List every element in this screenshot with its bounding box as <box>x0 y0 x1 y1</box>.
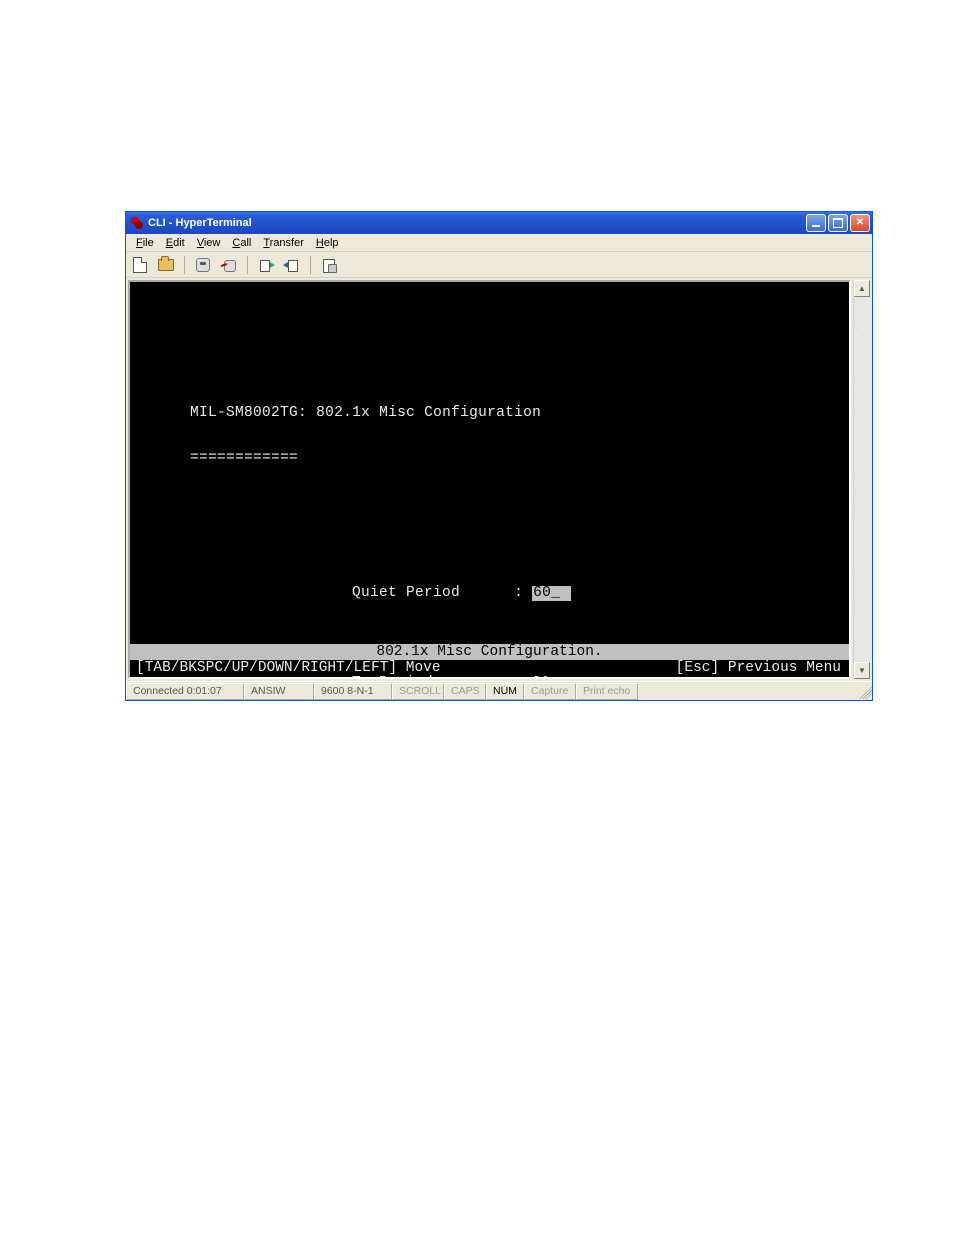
new-doc-icon <box>133 257 147 273</box>
toolbar-separator <box>247 256 248 274</box>
toolbar <box>126 252 872 278</box>
terminal-viewport[interactable]: MIL-SM8002TG: 802.1x Misc Configuration … <box>128 280 851 679</box>
phone-icon <box>196 258 210 272</box>
minimize-button[interactable] <box>806 214 826 232</box>
status-port: 9600 8-N-1 <box>314 683 392 700</box>
hangup-icon <box>222 258 236 272</box>
menubar: File Edit View Call Transfer Help <box>126 234 872 252</box>
properties-button[interactable] <box>319 255 339 275</box>
client-area: MIL-SM8002TG: 802.1x Misc Configuration … <box>126 278 872 681</box>
resize-grip[interactable] <box>856 683 872 699</box>
menu-transfer[interactable]: Transfer <box>257 236 310 250</box>
properties-icon <box>322 258 336 272</box>
status-emulation: ANSIW <box>244 683 314 700</box>
terminal-help-line: [TAB/BKSPC/UP/DOWN/RIGHT/LEFT] Move [Esc… <box>130 660 849 677</box>
status-print-echo: Print echo <box>576 683 638 700</box>
new-button[interactable] <box>130 255 150 275</box>
send-button[interactable] <box>256 255 276 275</box>
status-num: NUM <box>486 683 524 700</box>
maximize-button[interactable] <box>828 214 848 232</box>
menu-call[interactable]: Call <box>226 236 257 250</box>
scroll-down-button[interactable]: ▼ <box>854 662 870 679</box>
close-button[interactable] <box>850 214 870 232</box>
status-capture: Capture <box>524 683 576 700</box>
toolbar-separator <box>184 256 185 274</box>
send-file-icon <box>259 258 273 272</box>
toolbar-separator <box>310 256 311 274</box>
terminal-banner: 802.1x Misc Configuration. <box>130 644 849 660</box>
disconnect-button[interactable] <box>219 255 239 275</box>
call-button[interactable] <box>193 255 213 275</box>
status-scroll: SCROLL <box>392 683 444 700</box>
vertical-scrollbar[interactable]: ▲ ▼ <box>853 280 870 679</box>
menu-view[interactable]: View <box>191 236 227 250</box>
window-title: CLI - HyperTerminal <box>148 217 806 229</box>
status-connected: Connected 0:01:07 <box>126 683 244 700</box>
menu-edit[interactable]: Edit <box>160 236 191 250</box>
menu-help[interactable]: Help <box>310 236 345 250</box>
receive-file-icon <box>285 258 299 272</box>
app-icon <box>130 216 144 230</box>
statusbar: Connected 0:01:07 ANSIW 9600 8-N-1 SCROL… <box>126 681 872 700</box>
hyperterminal-window: CLI - HyperTerminal File Edit View Call … <box>125 211 873 701</box>
open-button[interactable] <box>156 255 176 275</box>
status-caps: CAPS <box>444 683 486 700</box>
menu-file[interactable]: File <box>130 236 160 250</box>
open-folder-icon <box>158 259 174 271</box>
receive-button[interactable] <box>282 255 302 275</box>
scroll-track[interactable] <box>854 297 870 662</box>
scroll-up-button[interactable]: ▲ <box>854 280 870 297</box>
titlebar[interactable]: CLI - HyperTerminal <box>126 212 872 234</box>
